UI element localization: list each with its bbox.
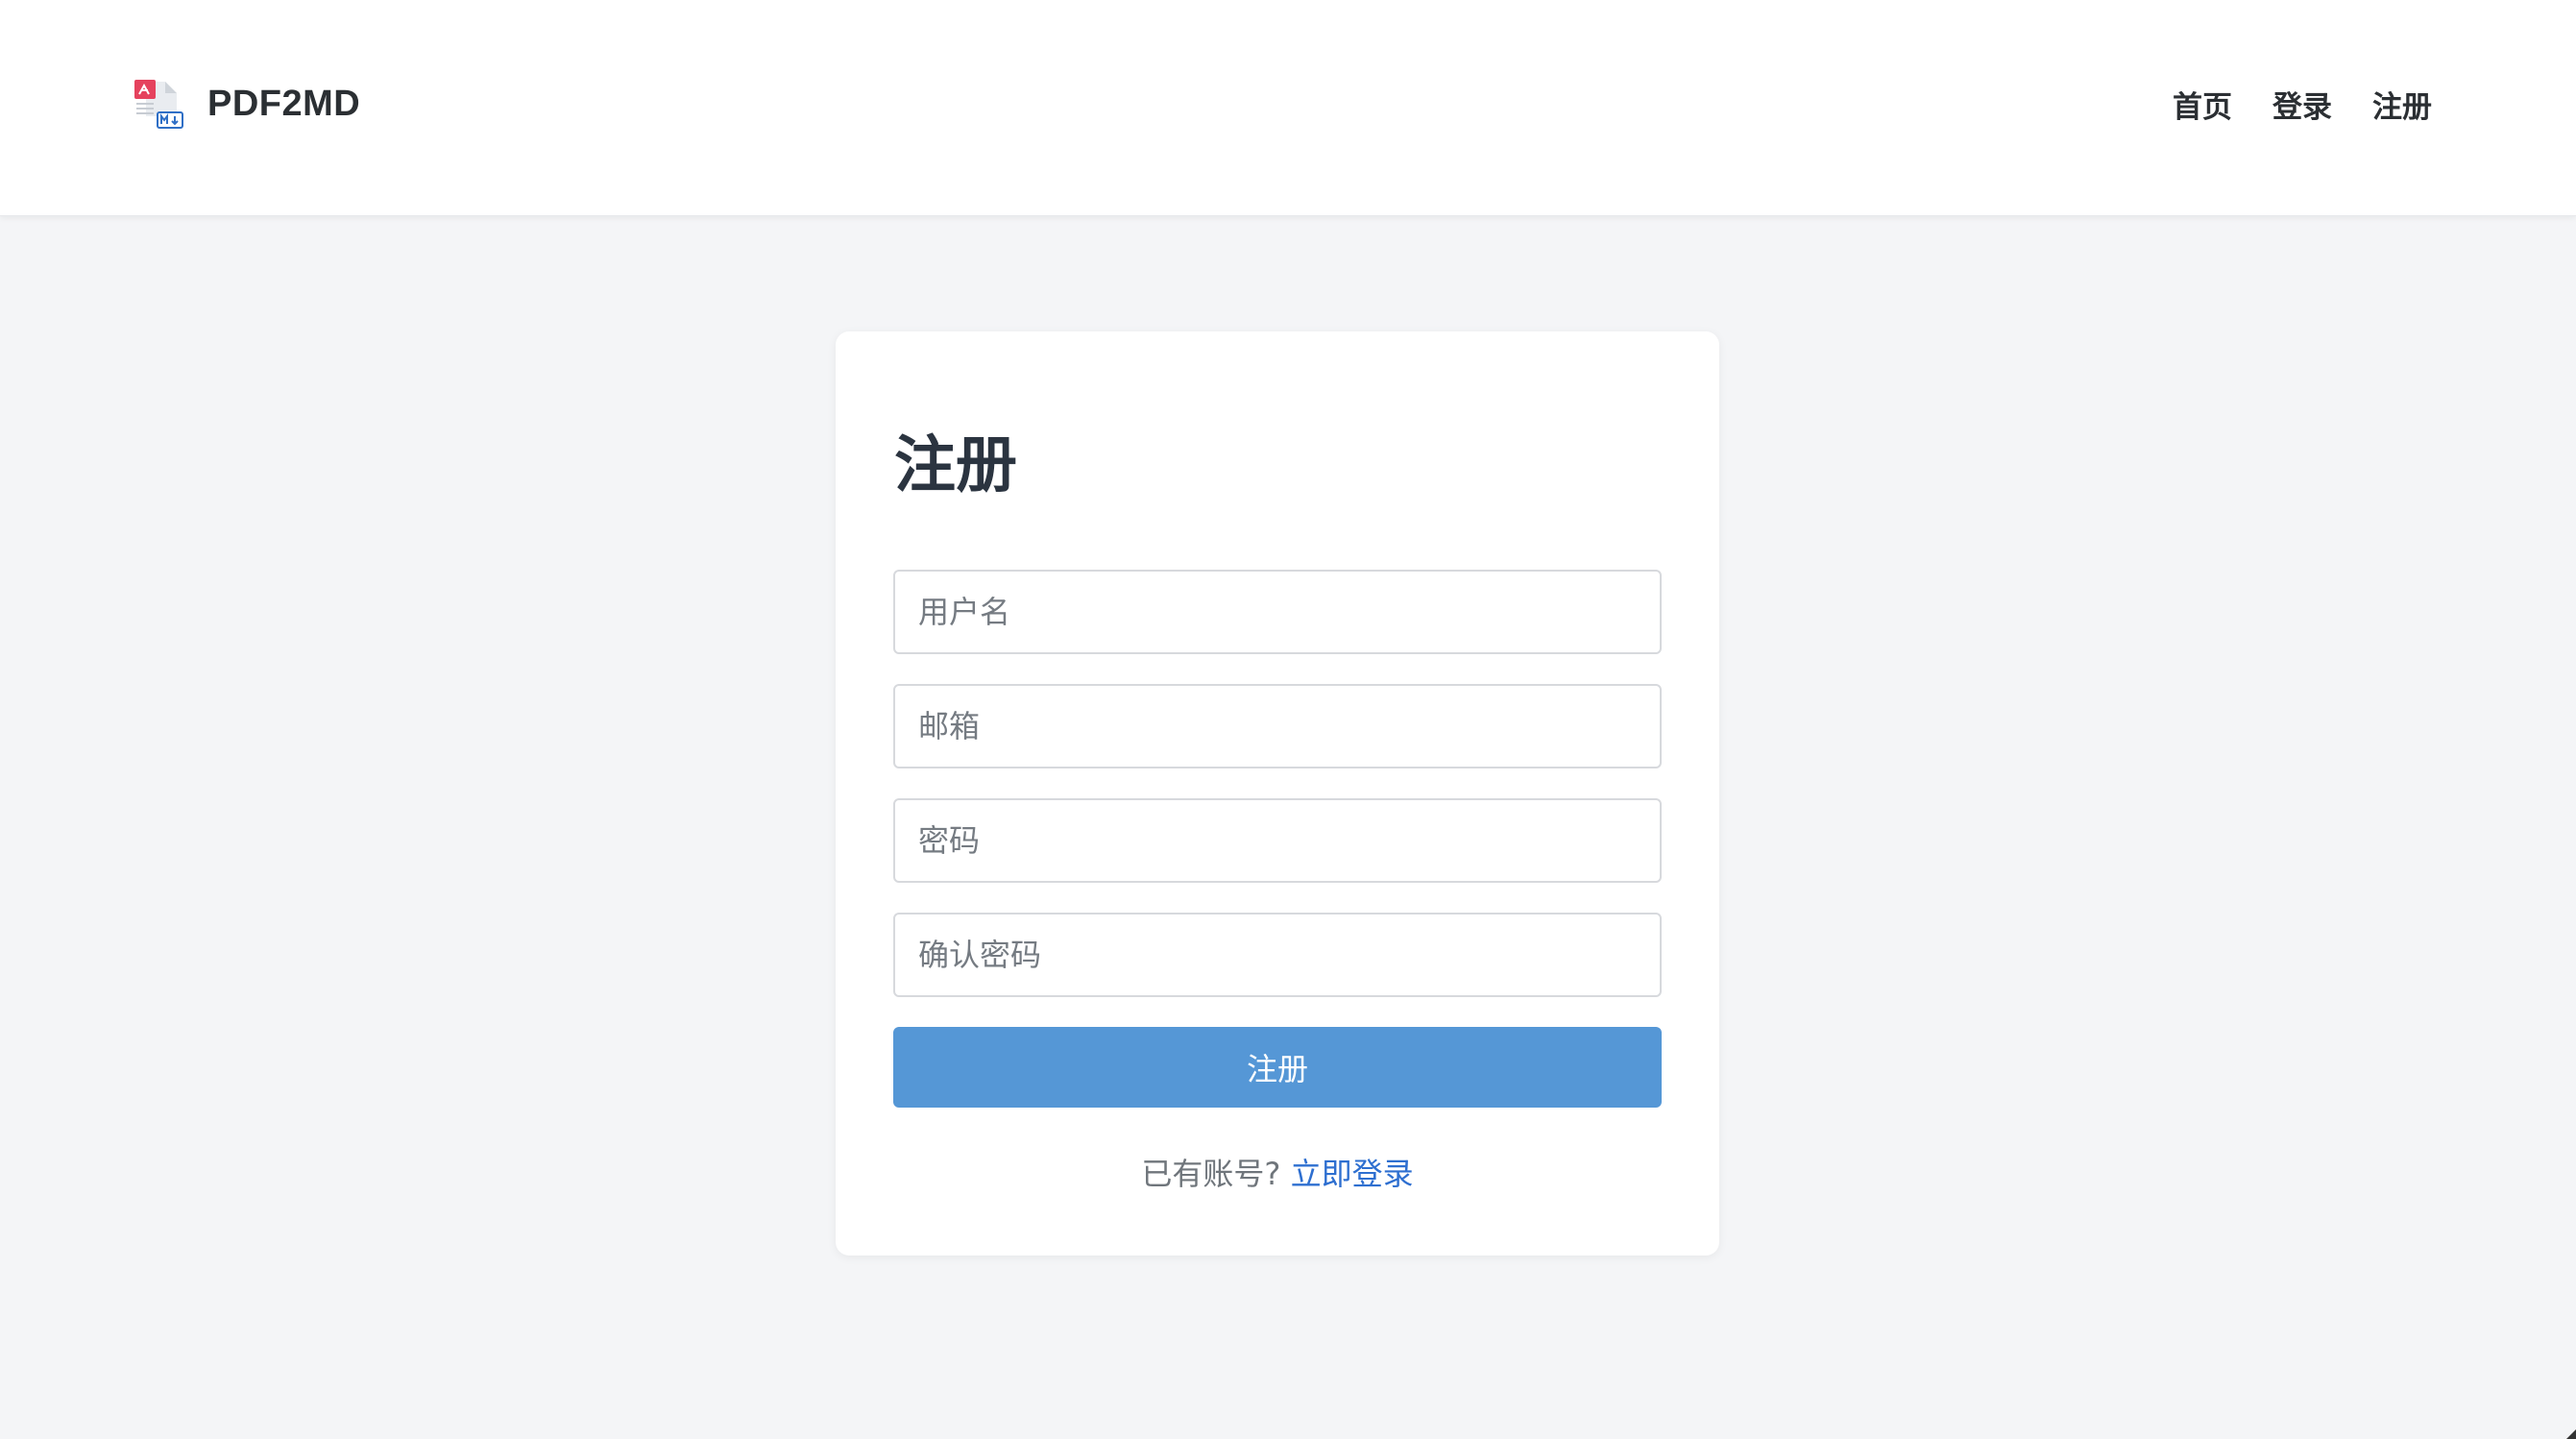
- confirm-password-input[interactable]: [893, 913, 1662, 997]
- page-title: 注册: [894, 430, 1017, 501]
- login-now-link[interactable]: 立即登录: [1291, 1156, 1414, 1192]
- window-resize-corner: [2566, 1429, 2576, 1439]
- register-submit-button[interactable]: 注册: [893, 1027, 1662, 1108]
- brand[interactable]: PDF2MD: [133, 73, 360, 134]
- login-prompt: 已有账号? 立即登录: [836, 1150, 1719, 1194]
- nav-register-link[interactable]: 注册: [2372, 83, 2432, 126]
- register-card: 注册 注册 已有账号? 立即登录: [836, 331, 1719, 1256]
- top-navbar: PDF2MD 首页 登录 注册: [0, 0, 2576, 216]
- brand-name: PDF2MD: [207, 83, 361, 124]
- username-input[interactable]: [893, 570, 1662, 654]
- pdf-to-markdown-icon: [134, 80, 183, 129]
- nav-home-link[interactable]: 首页: [2173, 83, 2232, 126]
- login-prompt-text: 已有账号?: [1141, 1156, 1281, 1192]
- nav-login-link[interactable]: 登录: [2272, 83, 2332, 126]
- email-input[interactable]: [893, 684, 1662, 768]
- main-nav: 首页 登录 注册: [2132, 77, 2432, 131]
- password-input[interactable]: [893, 798, 1662, 883]
